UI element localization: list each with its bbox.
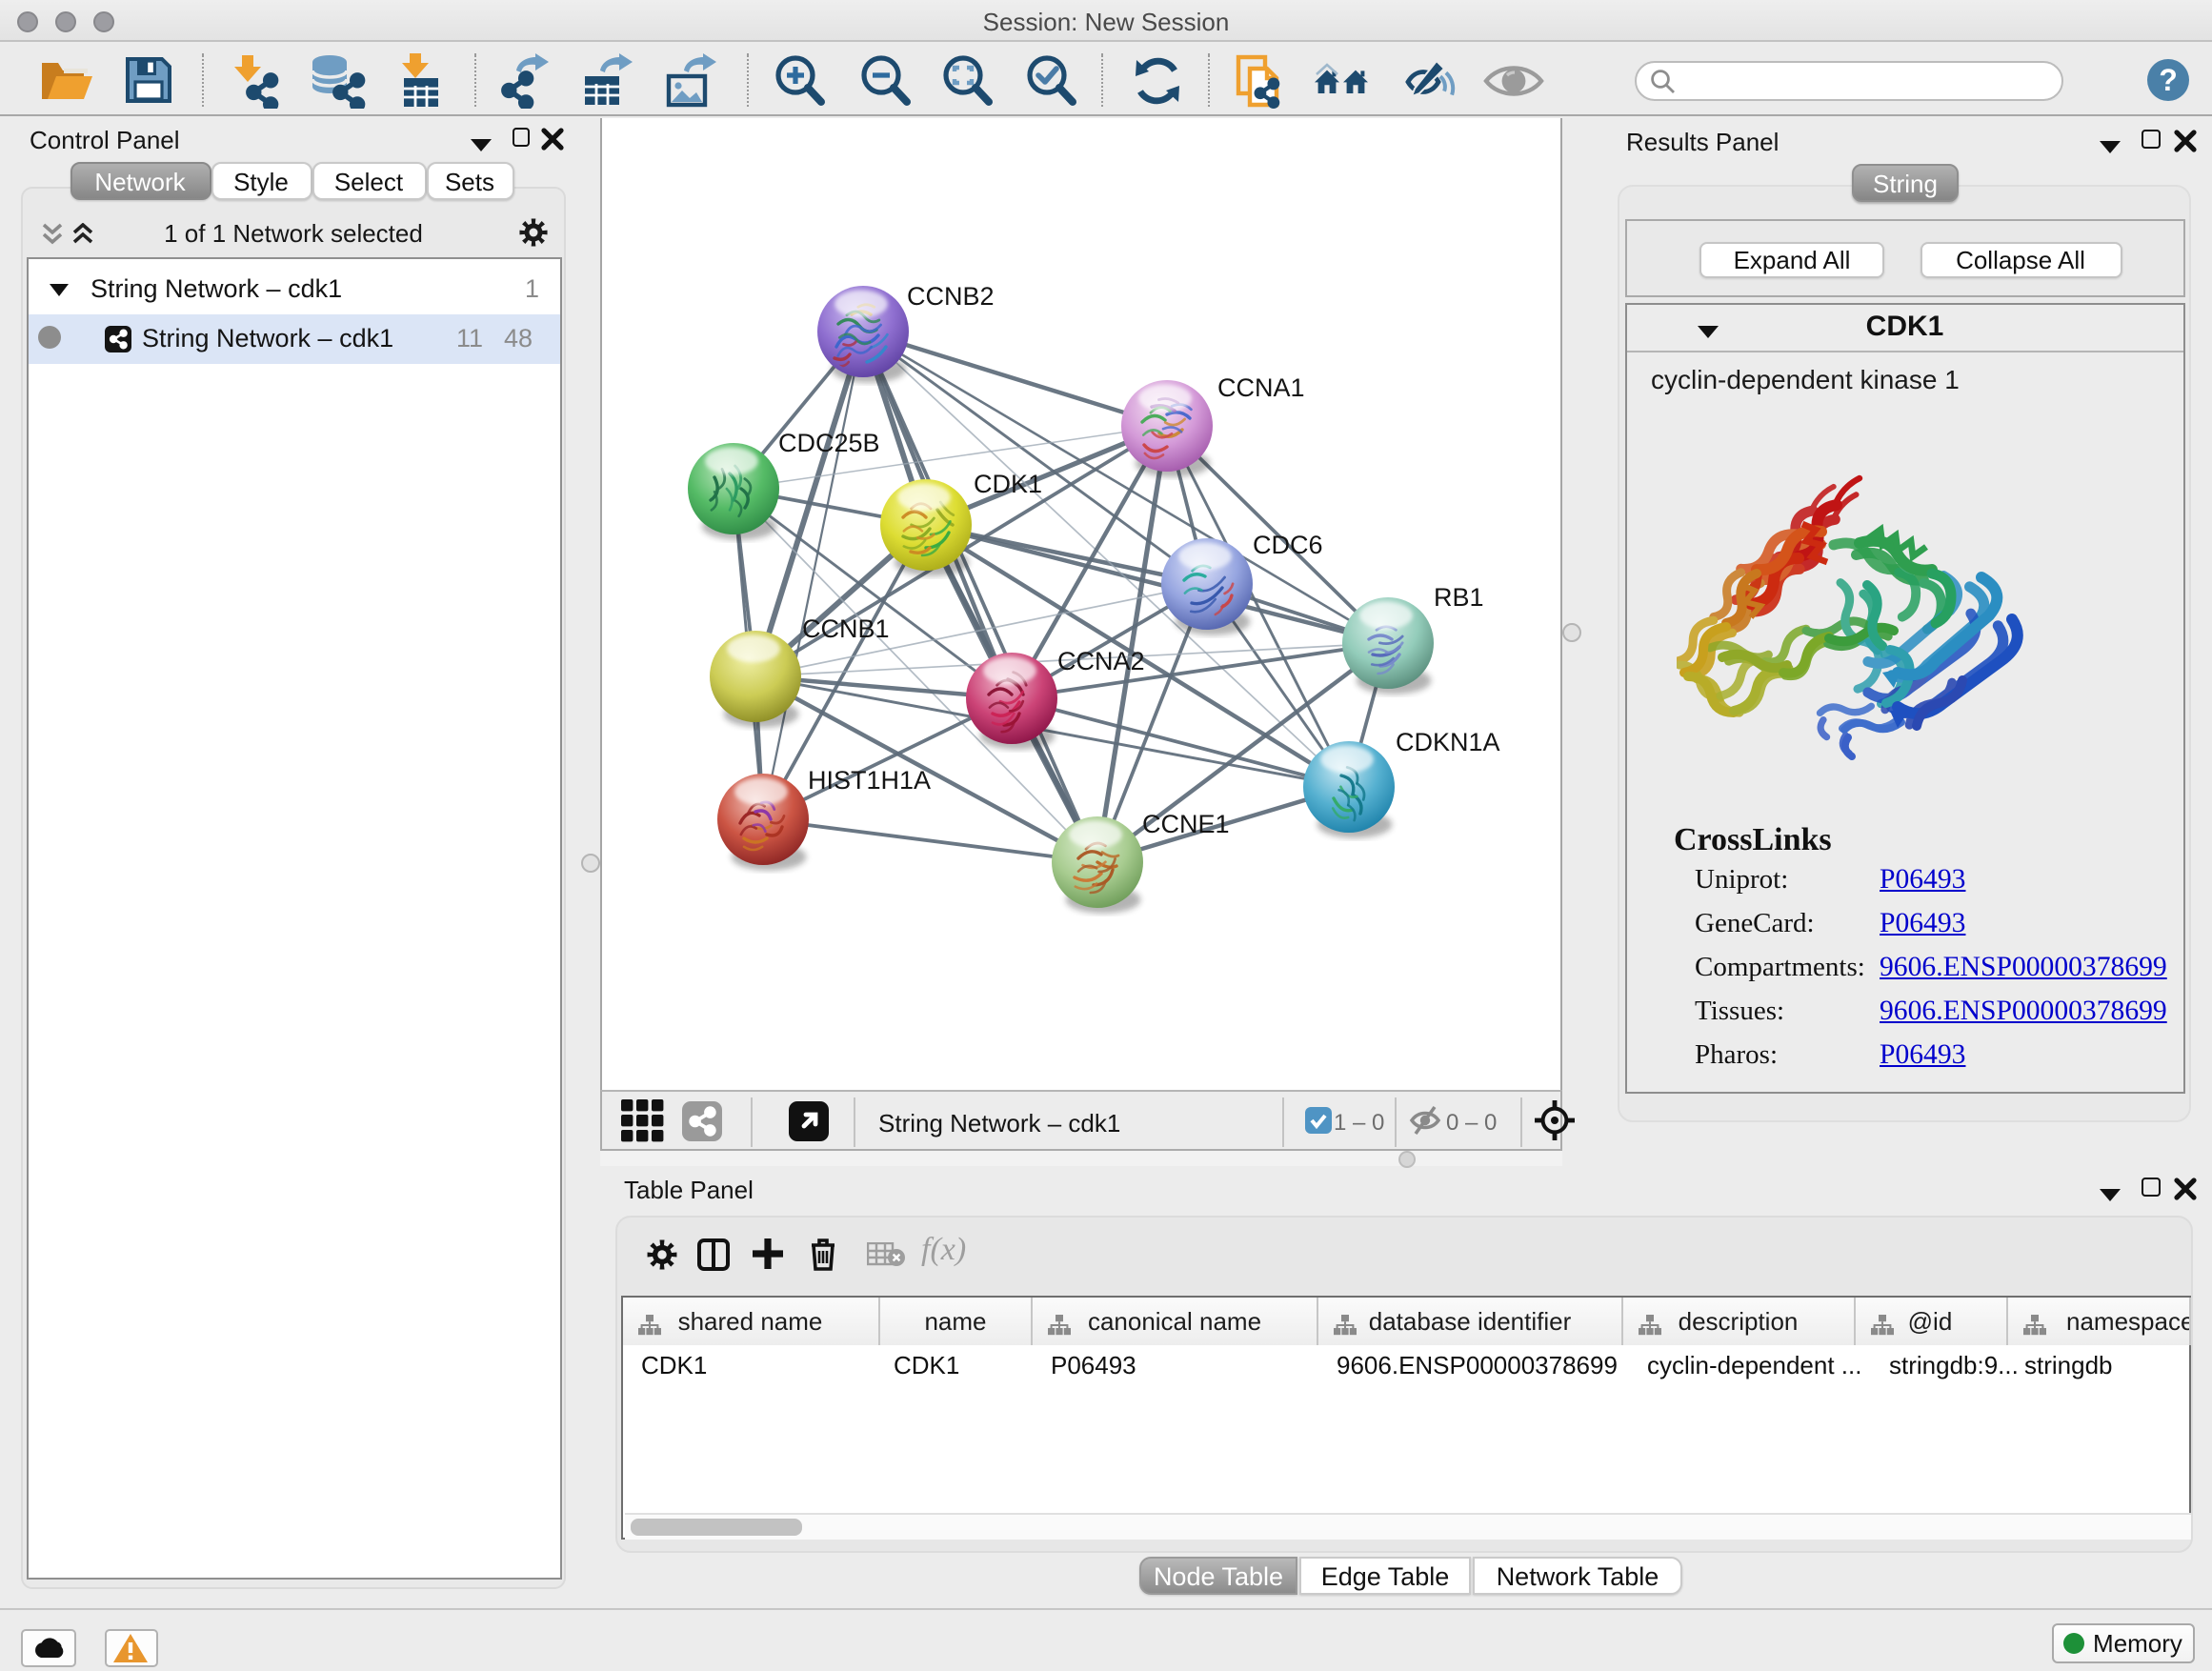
svg-text:CCNE1: CCNE1 — [1142, 810, 1230, 838]
svg-text:CDC6: CDC6 — [1253, 531, 1323, 559]
svg-text:CCNB1: CCNB1 — [802, 614, 890, 643]
svg-text:CDK1: CDK1 — [974, 470, 1042, 498]
svg-text:RB1: RB1 — [1434, 583, 1484, 612]
svg-text:?: ? — [2159, 63, 2178, 97]
svg-text:CDC25B: CDC25B — [778, 429, 880, 457]
svg-text:CCNA1: CCNA1 — [1217, 373, 1305, 402]
svg-text:CCNA2: CCNA2 — [1057, 647, 1145, 675]
svg-text:CCNB2: CCNB2 — [907, 282, 995, 311]
svg-text:CDKN1A: CDKN1A — [1396, 728, 1500, 756]
svg-text:HIST1H1A: HIST1H1A — [808, 766, 931, 795]
